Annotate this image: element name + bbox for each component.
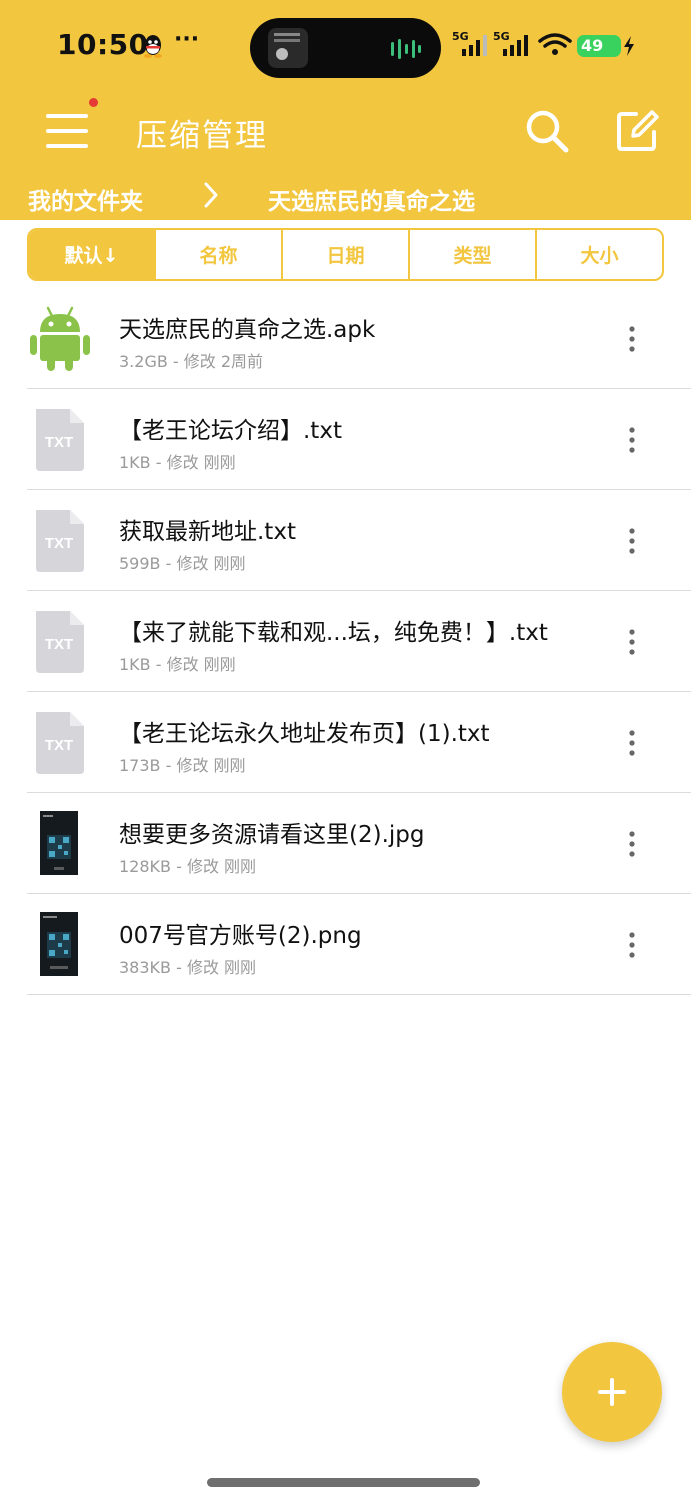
edit-icon[interactable] bbox=[614, 108, 660, 154]
more-vert-icon[interactable] bbox=[622, 829, 642, 859]
txt-icon-label: TXT bbox=[45, 434, 73, 451]
breadcrumb-root[interactable]: 我的文件夹 bbox=[28, 182, 143, 216]
breadcrumb-current[interactable]: 天选庶民的真命之选 bbox=[268, 182, 475, 216]
file-name: 【老王论坛介绍】.txt bbox=[119, 418, 342, 444]
txt-file-icon: TXT bbox=[36, 611, 84, 673]
more-vert-icon[interactable] bbox=[622, 930, 642, 960]
image-thumbnail bbox=[40, 811, 78, 875]
audio-wave-icon bbox=[391, 39, 421, 59]
image-thumbnail bbox=[40, 912, 78, 976]
breadcrumb: 我的文件夹 天选庶民的真命之选 bbox=[0, 176, 691, 220]
file-name: 天选庶民的真命之选.apk bbox=[119, 317, 376, 343]
file-row[interactable]: TXT 获取最新地址.txt 599B - 修改 刚刚 bbox=[0, 490, 691, 591]
add-button[interactable] bbox=[562, 1342, 662, 1442]
battery-bolt-icon bbox=[624, 36, 634, 56]
file-row[interactable]: 007号官方账号(2).png 383KB - 修改 刚刚 bbox=[0, 894, 691, 995]
txt-icon-label: TXT bbox=[45, 737, 73, 754]
file-name: 【来了就能下载和观...坛，纯免费！】.txt bbox=[119, 620, 548, 646]
file-meta: 3.2GB - 修改 2周前 bbox=[119, 352, 264, 371]
file-row[interactable]: TXT 【老王论坛介绍】.txt 1KB - 修改 刚刚 bbox=[0, 389, 691, 490]
signal-bars-icon bbox=[462, 35, 487, 56]
more-vert-icon[interactable] bbox=[622, 324, 642, 354]
file-row[interactable]: 想要更多资源请看这里(2).jpg 128KB - 修改 刚刚 bbox=[0, 793, 691, 894]
sort-tab-date[interactable]: 日期 bbox=[281, 230, 408, 279]
status-time: 10:50 bbox=[57, 28, 149, 61]
cell-signal-2: 5G bbox=[493, 30, 533, 56]
file-name: 【老王论坛永久地址发布页】(1).txt bbox=[119, 721, 490, 747]
file-row[interactable]: TXT 【来了就能下载和观...坛，纯免费！】.txt 1KB - 修改 刚刚 bbox=[0, 591, 691, 692]
sort-tab-default[interactable]: 默认↓ bbox=[29, 230, 154, 279]
status-more: ··· bbox=[174, 27, 200, 52]
file-meta: 128KB - 修改 刚刚 bbox=[119, 857, 257, 876]
android-icon bbox=[30, 306, 90, 371]
home-indicator[interactable] bbox=[207, 1478, 480, 1487]
cell-signal-1: 5G bbox=[452, 30, 492, 56]
chevron-right-icon bbox=[204, 182, 218, 208]
qq-icon bbox=[144, 35, 162, 58]
sort-tab-type[interactable]: 类型 bbox=[408, 230, 535, 279]
signal-bars-icon bbox=[503, 35, 528, 56]
txt-file-icon: TXT bbox=[36, 409, 84, 471]
dynamic-island bbox=[250, 18, 441, 78]
file-row[interactable]: 天选庶民的真命之选.apk 3.2GB - 修改 2周前 bbox=[0, 288, 691, 389]
file-meta: 173B - 修改 刚刚 bbox=[119, 756, 246, 775]
menu-icon[interactable] bbox=[44, 108, 90, 154]
txt-file-icon: TXT bbox=[36, 510, 84, 572]
sort-tabs: 默认↓ 名称 日期 类型 大小 bbox=[27, 228, 664, 281]
now-playing-artwork bbox=[268, 28, 308, 68]
file-meta: 1KB - 修改 刚刚 bbox=[119, 655, 236, 674]
notification-dot bbox=[89, 98, 98, 107]
txt-icon-label: TXT bbox=[45, 535, 73, 552]
file-name: 007号官方账号(2).png bbox=[119, 923, 362, 949]
file-name: 想要更多资源请看这里(2).jpg bbox=[119, 822, 425, 848]
sort-tab-size[interactable]: 大小 bbox=[535, 230, 662, 279]
more-vert-icon[interactable] bbox=[622, 627, 642, 657]
txt-file-icon: TXT bbox=[36, 712, 84, 774]
file-meta: 1KB - 修改 刚刚 bbox=[119, 453, 236, 472]
battery-indicator: 49 bbox=[577, 35, 621, 57]
row-divider bbox=[27, 994, 691, 995]
file-meta: 599B - 修改 刚刚 bbox=[119, 554, 246, 573]
search-icon[interactable] bbox=[524, 108, 570, 154]
file-name: 获取最新地址.txt bbox=[119, 519, 296, 545]
sort-tab-name[interactable]: 名称 bbox=[154, 230, 281, 279]
more-vert-icon[interactable] bbox=[622, 425, 642, 455]
more-vert-icon[interactable] bbox=[622, 526, 642, 556]
more-vert-icon[interactable] bbox=[622, 728, 642, 758]
wifi-icon bbox=[538, 33, 572, 55]
txt-icon-label: TXT bbox=[45, 636, 73, 653]
file-list: 天选庶民的真命之选.apk 3.2GB - 修改 2周前 TXT 【老王论坛介绍… bbox=[0, 288, 691, 995]
app-header: 10:50 ··· 5G 5G 49 压缩管理 我的文件夹 天选庶民的真命之选 bbox=[0, 0, 691, 220]
page-title: 压缩管理 bbox=[136, 118, 268, 154]
plus-icon bbox=[598, 1378, 626, 1406]
file-row[interactable]: TXT 【老王论坛永久地址发布页】(1).txt 173B - 修改 刚刚 bbox=[0, 692, 691, 793]
file-meta: 383KB - 修改 刚刚 bbox=[119, 958, 257, 977]
